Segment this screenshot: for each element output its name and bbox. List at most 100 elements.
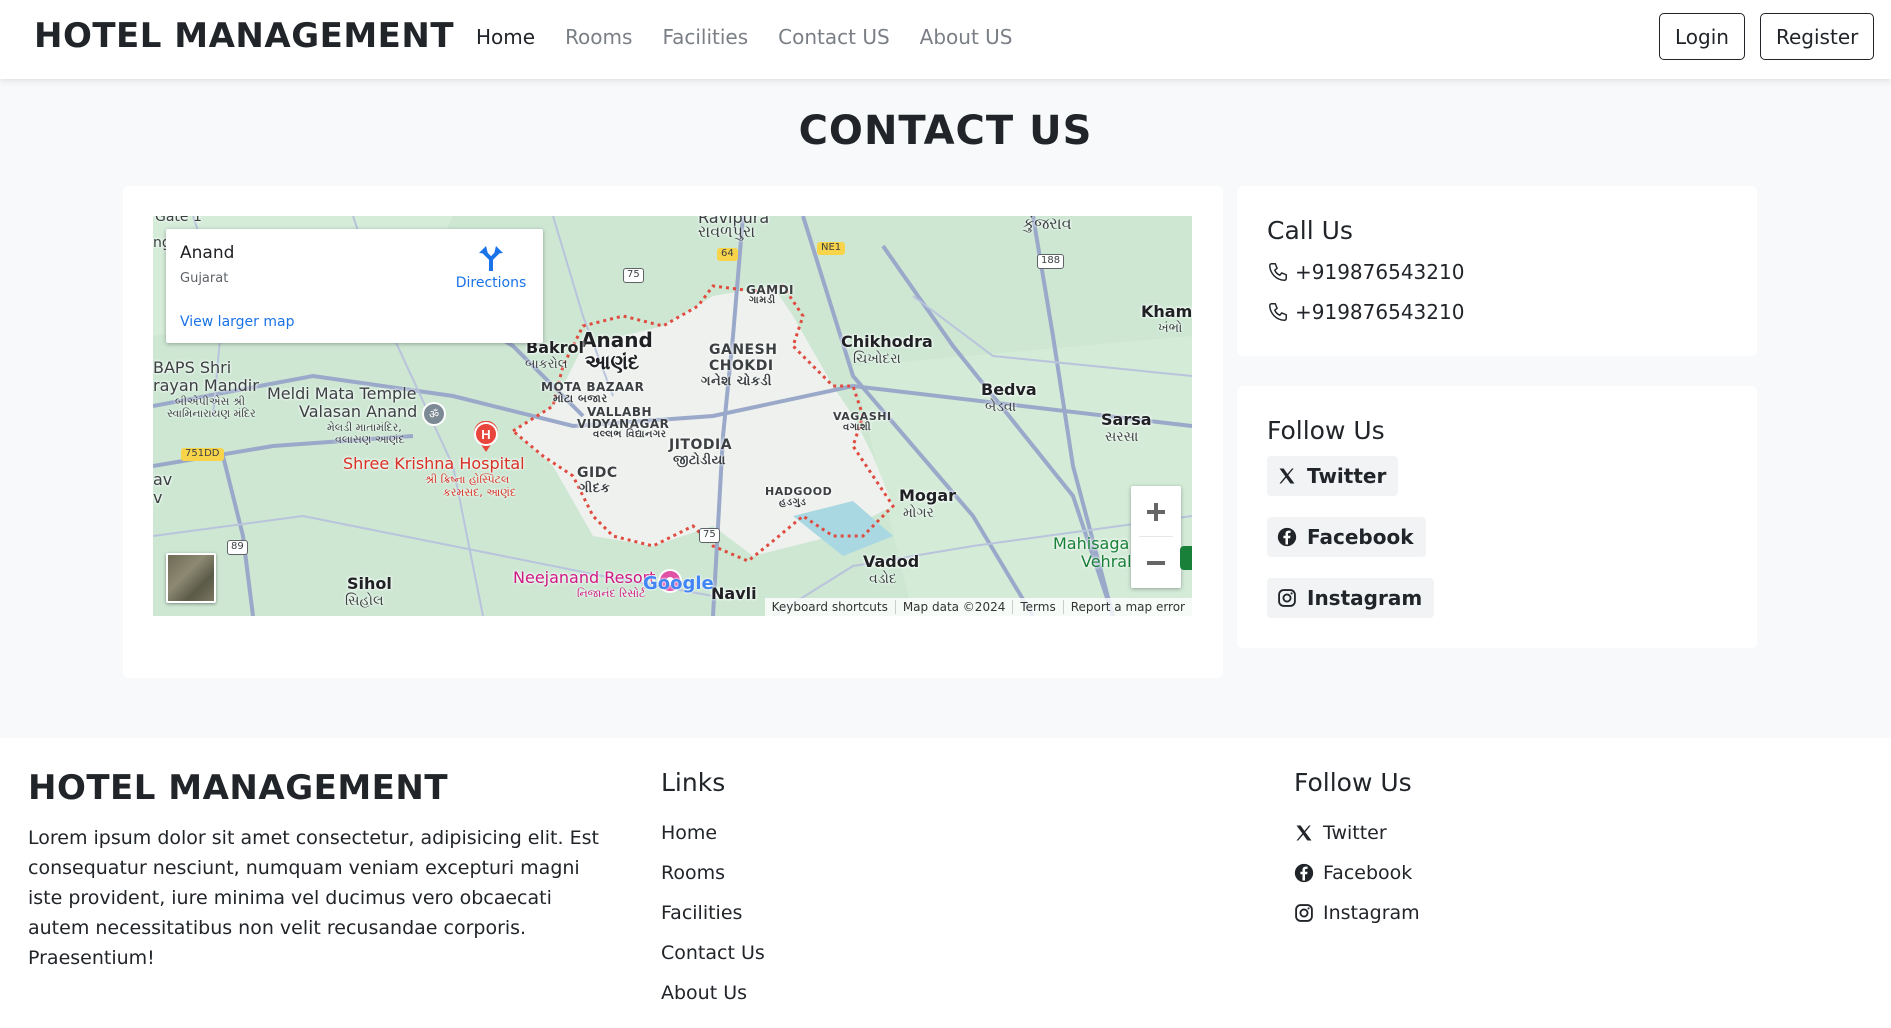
facebook-icon bbox=[1294, 863, 1314, 883]
map-label-gamdi-gu: ગામડી bbox=[749, 295, 776, 306]
map-label-chikhodra: Chikhodra bbox=[841, 332, 933, 351]
footer-brand[interactable]: HOTEL MANAGEMENT bbox=[28, 768, 448, 808]
map-label-gate: Gate 1 bbox=[155, 216, 202, 225]
footer-follow-title: Follow Us bbox=[1294, 768, 1412, 797]
map-label-vallabh-gu: વલ્લભ વિદ્યાનગર bbox=[593, 429, 667, 440]
temple-marker-icon[interactable]: ॐ bbox=[421, 401, 447, 427]
map-label-vagashi: VAGASHI bbox=[833, 410, 892, 423]
nav-link-home[interactable]: Home bbox=[476, 25, 535, 49]
login-button[interactable]: Login bbox=[1659, 13, 1745, 60]
twitter-label: Twitter bbox=[1307, 464, 1387, 488]
phone-number[interactable]: +919876543210 bbox=[1295, 260, 1464, 284]
follow-us-title: Follow Us bbox=[1267, 416, 1385, 445]
x-twitter-icon bbox=[1277, 466, 1297, 486]
map-label-meldi-gu: મેલડી માતામંદિર, bbox=[327, 421, 402, 434]
road-shield-751dd: 751DD bbox=[181, 448, 224, 461]
directions-label: Directions bbox=[455, 275, 527, 291]
map-label-hospital-gu2: કરમસદ, આણંદ bbox=[443, 486, 517, 499]
map-label-hospital[interactable]: Shree Krishna Hospital bbox=[343, 455, 525, 473]
zoom-controls bbox=[1131, 486, 1181, 588]
map-label-bakrol-gu: બાકરોલ bbox=[525, 357, 568, 372]
map-label-vehra: Vehral bbox=[1081, 552, 1132, 571]
phone-row[interactable]: +919876543210 bbox=[1267, 260, 1464, 284]
road-shield-89: 89 bbox=[227, 540, 248, 555]
map-label-neejanand-gu: નિજાનંદ રિસોર્ટ bbox=[577, 587, 646, 600]
instagram-link[interactable]: Instagram bbox=[1267, 578, 1435, 618]
view-larger-map-link[interactable]: View larger map bbox=[180, 314, 294, 330]
map-label-sihol-gu: સિહોલ bbox=[345, 593, 384, 609]
map-label-mogar-gu: મોગર bbox=[903, 505, 934, 521]
brand-logo[interactable]: HOTEL MANAGEMENT bbox=[34, 16, 454, 56]
map-label-ganesh: GANESH bbox=[709, 342, 778, 358]
map-label-hospital-gu1: શ્રી ક્રિષ્ના હોસ્પિટલ bbox=[425, 473, 510, 486]
map-label-edge-v: v bbox=[153, 488, 163, 507]
map-label-gidc: GIDC bbox=[577, 465, 618, 481]
map-label-mota-bazaar-gu: મોટા બજાર bbox=[553, 392, 608, 405]
footer-link-contact[interactable]: Contact Us bbox=[661, 942, 765, 964]
map-edge-poi-icon[interactable] bbox=[1180, 546, 1192, 570]
map-label-kanjrao-gu: કુંજરાવ bbox=[1023, 216, 1072, 233]
map-label-vadod: Vadod bbox=[863, 552, 920, 571]
facebook-label: Facebook bbox=[1307, 525, 1414, 549]
map-label-sihol: Sihol bbox=[347, 574, 392, 593]
map-label-navli: Navli bbox=[711, 584, 757, 603]
keyboard-shortcuts-link[interactable]: Keyboard shortcuts bbox=[765, 600, 896, 614]
map-label-khamb-gu: ખંભો bbox=[1158, 321, 1183, 336]
road-shield-64: 64 bbox=[717, 248, 738, 261]
footer-twitter-link[interactable]: Twitter bbox=[1294, 822, 1387, 844]
map-attribution: Keyboard shortcuts Map data ©2024 Terms … bbox=[764, 598, 1192, 616]
report-map-error-link[interactable]: Report a map error bbox=[1064, 600, 1192, 614]
footer-instagram-label: Instagram bbox=[1323, 902, 1420, 924]
footer-link-home[interactable]: Home bbox=[661, 822, 717, 844]
facebook-link[interactable]: Facebook bbox=[1267, 517, 1426, 557]
footer-link-facilities[interactable]: Facilities bbox=[661, 902, 742, 924]
map-label-anand-gu: આણંદ bbox=[585, 350, 640, 374]
nav-link-facilities[interactable]: Facilities bbox=[662, 25, 748, 49]
plus-icon bbox=[1147, 502, 1165, 521]
zoom-in-button[interactable] bbox=[1131, 486, 1181, 537]
map-label-baps: BAPS Shri bbox=[153, 358, 232, 377]
map-label-hadgood: HADGOOD bbox=[765, 485, 833, 498]
directions-icon bbox=[479, 246, 503, 271]
footer-instagram-link[interactable]: Instagram bbox=[1294, 902, 1420, 924]
road-shield-75b: 75 bbox=[699, 528, 720, 543]
map-label-vadod-gu: વડોદ bbox=[869, 571, 897, 587]
nav-link-contact[interactable]: Contact US bbox=[778, 25, 890, 49]
hospital-marker-icon[interactable]: H bbox=[472, 421, 500, 453]
footer-twitter-label: Twitter bbox=[1323, 822, 1387, 844]
map-label-ganesh-gu: ગનેશ ચોકડી bbox=[701, 374, 772, 389]
footer-facebook-link[interactable]: Facebook bbox=[1294, 862, 1412, 884]
footer-link-rooms[interactable]: Rooms bbox=[661, 862, 725, 884]
nav-link-rooms[interactable]: Rooms bbox=[565, 25, 632, 49]
terms-link[interactable]: Terms bbox=[1013, 600, 1064, 614]
satellite-toggle-button[interactable] bbox=[166, 553, 216, 603]
map-label-valasan-gu: વલાસણ આણંદ bbox=[335, 433, 405, 446]
call-us-title: Call Us bbox=[1267, 216, 1353, 245]
map-label-baps-gu: બીએપીએસ શ્રી bbox=[175, 395, 245, 408]
nav-links: Home Rooms Facilities Contact US About U… bbox=[476, 25, 1013, 49]
facebook-icon bbox=[1277, 527, 1297, 547]
map-label-mahisagar: Mahisaga bbox=[1053, 534, 1130, 553]
map-label-gidc-gu: ગીદક bbox=[579, 481, 611, 496]
map-place-card: Anand Gujarat View larger map Directions bbox=[166, 229, 543, 343]
map-label-chokdi: CHOKDI bbox=[709, 358, 774, 374]
map-label-hadgood-gu: હડગુડ bbox=[779, 497, 807, 508]
nav-link-about[interactable]: About US bbox=[920, 25, 1013, 49]
map-label-sarsa: Sarsa bbox=[1101, 410, 1152, 429]
embedded-map[interactable]: Gate 1 ng Ravipura રાવળપુરા કુંજરાવ Kham… bbox=[153, 216, 1192, 616]
instagram-icon bbox=[1277, 588, 1297, 608]
minus-icon bbox=[1147, 560, 1165, 565]
map-place-name: Anand bbox=[180, 243, 235, 263]
map-data-text: Map data ©2024 bbox=[896, 600, 1014, 614]
map-label-edge-av: av bbox=[153, 470, 173, 489]
phone-number[interactable]: +919876543210 bbox=[1295, 300, 1464, 324]
zoom-out-button[interactable] bbox=[1131, 537, 1181, 588]
map-label-bedva: Bedva bbox=[981, 380, 1037, 399]
footer-link-about[interactable]: About Us bbox=[661, 982, 747, 1004]
phone-row[interactable]: +919876543210 bbox=[1267, 300, 1464, 324]
twitter-link[interactable]: Twitter bbox=[1267, 456, 1399, 496]
map-label-neejanand[interactable]: Neejanand Resort bbox=[513, 569, 655, 587]
register-button[interactable]: Register bbox=[1760, 13, 1875, 60]
directions-button[interactable]: Directions bbox=[451, 245, 531, 291]
footer-links-title: Links bbox=[661, 768, 726, 797]
